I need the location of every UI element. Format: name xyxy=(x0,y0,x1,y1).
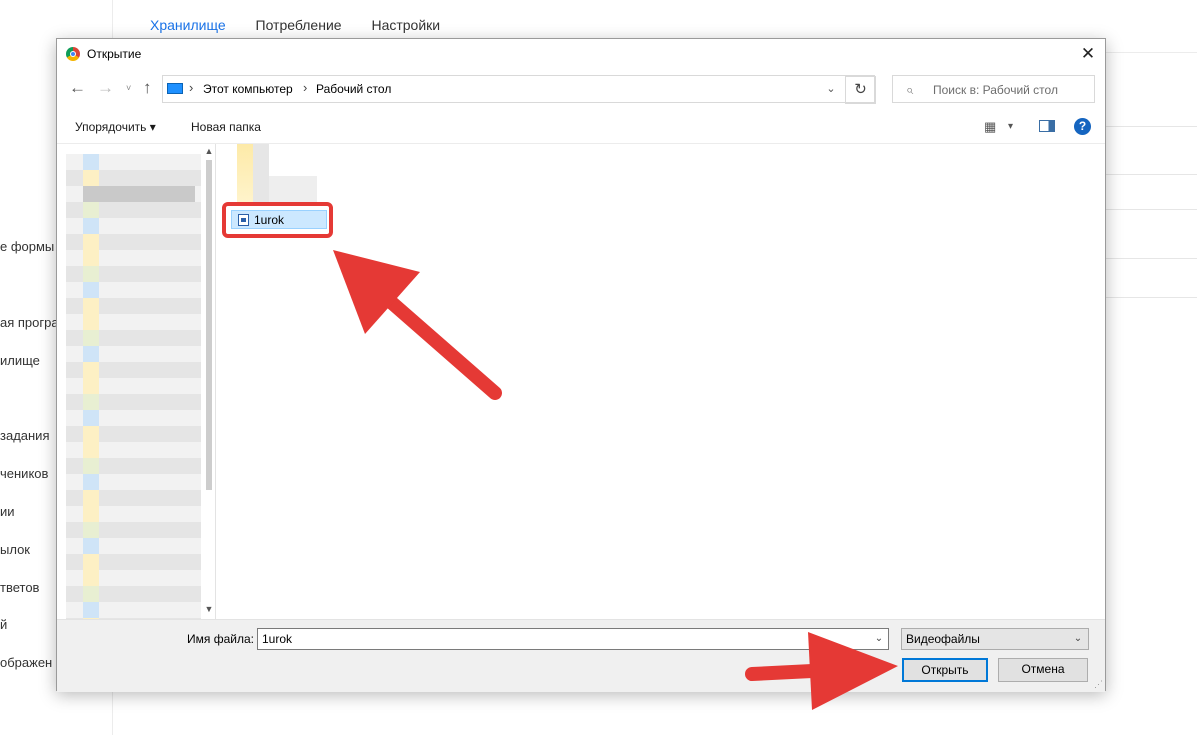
tab-storage[interactable]: Хранилище xyxy=(150,17,226,33)
open-file-dialog: Открытие ✕ ← → ˅ ↑ › Этот компьютер › Ра… xyxy=(56,38,1106,692)
sidebar-item[interactable]: илище xyxy=(0,353,40,368)
cancel-button[interactable]: Отмена xyxy=(998,658,1088,682)
dialog-title: Открытие xyxy=(87,47,142,61)
filename-label: Имя файла: xyxy=(187,632,254,646)
sidebar-item[interactable]: ии xyxy=(0,504,15,519)
filetype-dropdown-icon[interactable]: ⌄ xyxy=(1070,629,1086,649)
navigation-row: ← → ˅ ↑ › Этот компьютер › Рабочий стол … xyxy=(57,75,1105,105)
organize-button[interactable]: Упорядочить ▾ xyxy=(75,120,156,134)
sidebar-item[interactable]: задания xyxy=(0,428,50,443)
navigation-scrollbar[interactable]: ▲ ▼ xyxy=(203,144,215,619)
forward-arrow-icon[interactable]: → xyxy=(97,78,114,98)
breadcrumb-desktop[interactable]: Рабочий стол xyxy=(316,82,391,96)
back-arrow-icon[interactable]: ← xyxy=(69,78,86,98)
filename-value: 1urok xyxy=(262,632,293,646)
blurred-folder-label xyxy=(253,144,269,204)
background-divider xyxy=(1106,126,1197,127)
address-bar[interactable]: › Этот компьютер › Рабочий стол ⌄ ↻ xyxy=(162,75,876,104)
sidebar-item[interactable]: тветов xyxy=(0,580,39,595)
search-icon: ⌕ xyxy=(906,82,914,97)
background-divider xyxy=(1106,209,1197,210)
chrome-icon xyxy=(66,47,80,61)
file-list[interactable]: 1urok xyxy=(217,144,1105,619)
blurred-folder-icon xyxy=(237,144,253,204)
open-button[interactable]: Открыть xyxy=(902,658,988,682)
dialog-toolbar: Упорядочить ▾ Новая папка ▦ ▾ ? xyxy=(57,111,1105,144)
sidebar-item[interactable]: ая програ xyxy=(0,315,59,330)
sidebar-item[interactable]: чеников xyxy=(0,466,48,481)
filename-input[interactable]: 1urok ⌄ xyxy=(257,628,889,650)
tab-consumption[interactable]: Потребление xyxy=(256,17,342,33)
preview-pane-icon[interactable] xyxy=(1039,120,1055,132)
breadcrumb-this-pc[interactable]: Этот компьютер xyxy=(203,82,293,96)
breadcrumb-separator[interactable]: › xyxy=(303,80,307,95)
recent-locations-dropdown[interactable]: ˅ xyxy=(126,83,131,93)
view-dropdown-icon[interactable]: ▾ xyxy=(1008,121,1013,132)
breadcrumb-separator[interactable]: › xyxy=(189,80,193,95)
computer-icon xyxy=(167,83,183,94)
sidebar-item[interactable]: й xyxy=(0,617,7,632)
background-tabs: Хранилище Потребление Настройки xyxy=(150,17,466,33)
navigation-pane[interactable]: ▲ ▼ xyxy=(58,144,216,619)
close-button[interactable]: ✕ xyxy=(1071,39,1105,69)
view-options-icon[interactable]: ▦ xyxy=(984,119,996,135)
scroll-thumb[interactable] xyxy=(206,160,212,490)
help-icon[interactable]: ? xyxy=(1074,118,1091,135)
background-divider xyxy=(1106,174,1197,175)
filename-dropdown-icon[interactable]: ⌄ xyxy=(870,629,888,649)
tab-settings[interactable]: Настройки xyxy=(371,17,440,33)
filetype-select[interactable]: Видеофайлы ⌄ xyxy=(901,628,1089,650)
sidebar-item[interactable]: ылок xyxy=(0,542,30,557)
address-dropdown-icon[interactable]: ⌄ xyxy=(819,76,843,102)
background-divider xyxy=(1106,258,1197,259)
annotation-highlight-box xyxy=(222,202,333,238)
blurred-folder-label xyxy=(269,176,317,204)
scroll-down-icon[interactable]: ▼ xyxy=(203,604,215,614)
dialog-footer: Имя файла: 1urok ⌄ Видеофайлы ⌄ Открыть … xyxy=(57,619,1105,692)
up-arrow-icon[interactable]: ↑ xyxy=(143,78,152,98)
new-folder-button[interactable]: Новая папка xyxy=(191,120,261,134)
resize-grip-icon[interactable]: ⋰ xyxy=(1094,679,1103,690)
search-input[interactable]: ⌕ Поиск в: Рабочий стол xyxy=(892,75,1095,103)
search-placeholder: Поиск в: Рабочий стол xyxy=(933,83,1058,97)
scroll-up-icon[interactable]: ▲ xyxy=(203,146,215,156)
sidebar-item[interactable]: ображен xyxy=(0,655,52,670)
refresh-button[interactable]: ↻ xyxy=(845,76,876,104)
background-divider xyxy=(1106,297,1197,298)
blurred-selected-row xyxy=(83,186,195,202)
dialog-titlebar[interactable]: Открытие ✕ xyxy=(57,39,1105,69)
sidebar-item[interactable]: е формы xyxy=(0,239,54,254)
filetype-value: Видеофайлы xyxy=(906,632,980,646)
blurred-folder-icons xyxy=(83,154,99,619)
